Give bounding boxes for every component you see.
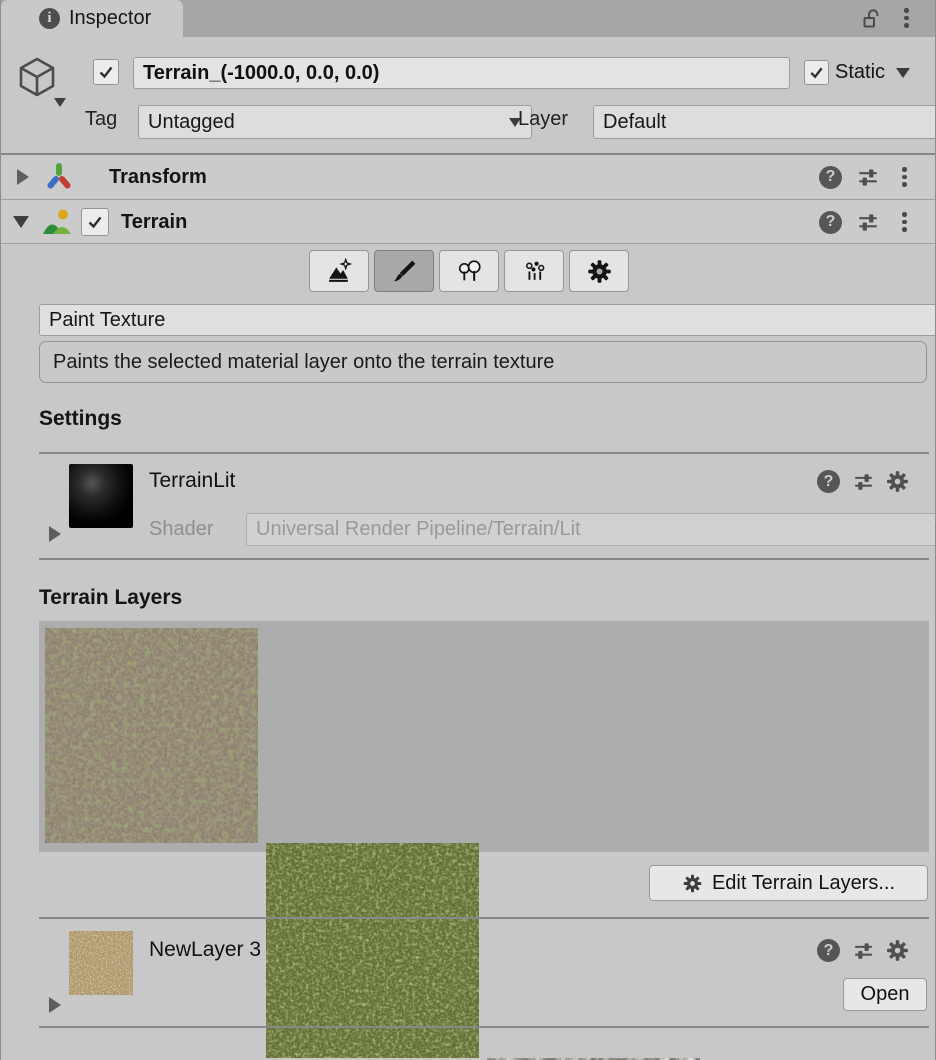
component-menu-kebab-icon[interactable]	[902, 212, 907, 232]
component-menu-kebab-icon[interactable]	[902, 167, 907, 187]
open-button-label: Open	[861, 983, 910, 1006]
static-dropdown-icon[interactable]	[896, 68, 910, 78]
terrain-layer-dirt-grass-thumbnail[interactable]	[45, 628, 258, 843]
shader-label: Shader	[149, 518, 214, 541]
gameobject-cube-icon[interactable]	[14, 54, 60, 100]
gear-icon	[682, 873, 703, 894]
terrain-enabled-checkbox[interactable]	[81, 208, 109, 236]
paint-help-text: Paints the selected material layer onto …	[53, 351, 554, 374]
unlock-icon[interactable]	[859, 7, 883, 31]
tag-dropdown[interactable]: Untagged	[138, 105, 532, 139]
help-icon[interactable]: ?	[817, 939, 840, 962]
tab-inspector[interactable]: i Inspector	[1, 0, 183, 37]
check-icon	[97, 63, 115, 81]
terrain-layers-header: Terrain Layers	[39, 586, 182, 610]
gameobject-name-input[interactable]	[133, 57, 790, 89]
layer-asset-foldout-icon[interactable]	[49, 997, 61, 1013]
check-icon	[86, 213, 104, 231]
help-icon[interactable]: ?	[817, 470, 840, 493]
shader-value: Universal Render Pipeline/Terrain/Lit	[256, 518, 581, 541]
material-name: TerrainLit	[149, 469, 235, 493]
layer-label: Layer	[518, 108, 568, 131]
terrain-settings-tool-icon[interactable]	[569, 250, 629, 292]
paint-terrain-tool-icon[interactable]	[374, 250, 434, 292]
layer-dropdown[interactable]: Default	[593, 105, 936, 139]
tab-title: Inspector	[69, 7, 151, 30]
settings-header: Settings	[39, 407, 122, 431]
paint-trees-tool-icon[interactable]	[439, 250, 499, 292]
presets-icon[interactable]	[855, 164, 881, 190]
inspector-info-icon: i	[39, 8, 60, 29]
paint-details-tool-icon[interactable]	[504, 250, 564, 292]
gear-icon[interactable]	[885, 938, 910, 963]
tag-label: Tag	[85, 108, 117, 131]
check-icon	[808, 64, 825, 81]
transform-component-header[interactable]: Transform ?	[1, 155, 936, 200]
gameobject-active-checkbox[interactable]	[93, 59, 119, 85]
shader-dropdown: Universal Render Pipeline/Terrain/Lit	[246, 513, 936, 546]
terrain-tool-toolbar	[1, 250, 936, 292]
layer-asset-thumbnail[interactable]	[69, 931, 133, 995]
open-layer-button[interactable]: Open	[843, 978, 927, 1011]
presets-icon[interactable]	[855, 209, 881, 235]
gear-icon[interactable]	[885, 469, 910, 494]
paint-mode-dropdown[interactable]: Paint Texture	[39, 304, 936, 336]
terrain-icon	[42, 207, 72, 237]
presets-icon[interactable]	[851, 938, 876, 963]
paint-mode-value: Paint Texture	[49, 309, 165, 332]
gameobject-icon-dropdown-icon[interactable]	[54, 98, 66, 107]
terrain-title: Terrain	[121, 211, 187, 234]
terrain-component-header[interactable]: Terrain ?	[1, 201, 936, 244]
tag-value: Untagged	[148, 111, 235, 134]
transform-title: Transform	[109, 166, 207, 189]
tab-menu-kebab-icon[interactable]	[904, 8, 909, 28]
layer-asset-card: NewLayer 3 ? Open	[39, 917, 929, 1028]
static-checkbox[interactable]	[804, 60, 829, 85]
help-icon[interactable]: ?	[819, 211, 842, 234]
paint-help-box: Paints the selected material layer onto …	[39, 341, 927, 383]
static-label: Static	[835, 61, 885, 84]
layer-asset-name: NewLayer 3	[149, 938, 261, 962]
create-neighbor-terrains-tool-icon[interactable]	[309, 250, 369, 292]
edit-terrain-layers-label: Edit Terrain Layers...	[712, 872, 895, 895]
transform-icon	[44, 162, 74, 192]
terrain-material-card: TerrainLit ? Shader Universal Render Pip…	[39, 452, 929, 560]
terrain-layer-palette	[39, 621, 929, 852]
foldout-collapsed-icon[interactable]	[17, 169, 29, 185]
inspector-panel: i Inspector Static Tag Untagged Layer De…	[0, 0, 936, 1060]
material-preview-sphere[interactable]	[69, 464, 133, 528]
edit-terrain-layers-button[interactable]: Edit Terrain Layers...	[649, 865, 928, 901]
presets-icon[interactable]	[851, 469, 876, 494]
help-icon[interactable]: ?	[819, 166, 842, 189]
tab-bar: i Inspector	[1, 0, 936, 37]
material-foldout-icon[interactable]	[49, 526, 61, 542]
layer-value: Default	[603, 111, 666, 134]
foldout-expanded-icon[interactable]	[13, 216, 29, 228]
